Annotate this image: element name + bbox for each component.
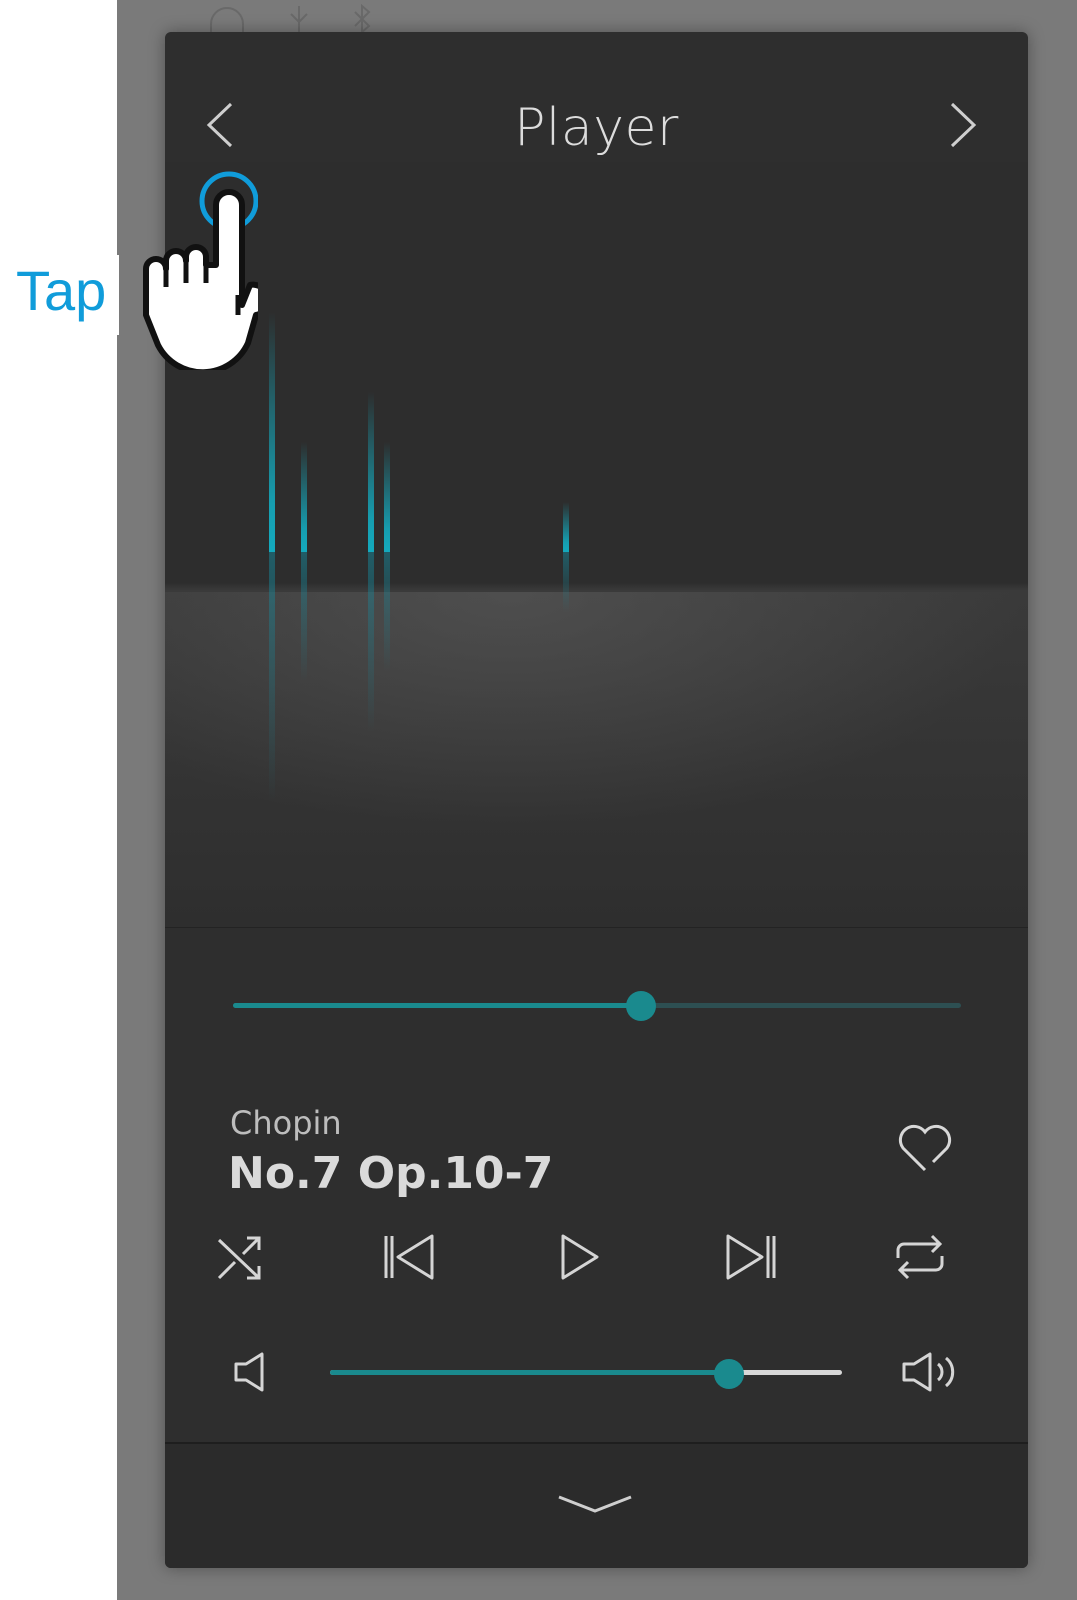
favorite-button[interactable] xyxy=(893,1118,957,1178)
shuffle-button[interactable] xyxy=(205,1222,275,1292)
bottom-bar xyxy=(165,1442,1028,1568)
playback-progress-slider[interactable] xyxy=(233,990,961,1021)
volume-row xyxy=(205,1342,985,1402)
status-bar xyxy=(207,4,375,34)
shuffle-icon xyxy=(217,1236,261,1280)
repeat-icon xyxy=(896,1234,944,1280)
piano-visualizer xyxy=(165,162,1028,928)
collapse-player-button[interactable] xyxy=(545,1480,645,1530)
page-title: Player xyxy=(514,98,679,158)
progress-thumb[interactable] xyxy=(625,991,656,1021)
volume-high-button[interactable] xyxy=(895,1342,965,1402)
tap-hand-icon xyxy=(138,165,272,376)
usb-icon xyxy=(290,6,308,34)
next-track-button[interactable] xyxy=(715,1222,785,1292)
volume-thumb[interactable] xyxy=(714,1359,745,1389)
song-title: No.7 Op.10-7 xyxy=(228,1148,554,1199)
chevron-right-icon xyxy=(950,102,977,148)
previous-track-icon xyxy=(384,1234,434,1280)
next-screen-button[interactable] xyxy=(938,90,988,160)
progress-fill xyxy=(233,1003,641,1008)
volume-low-button[interactable] xyxy=(215,1342,285,1402)
visualizer-note xyxy=(269,312,275,552)
volume-slider[interactable] xyxy=(330,1356,842,1390)
playback-controls xyxy=(205,1222,985,1292)
player-panel: Player Chopin No.7 Op.10-7 xyxy=(165,32,1028,1568)
heart-icon xyxy=(898,1124,952,1172)
player-header: Player xyxy=(165,32,1028,162)
visualizer-note-reflection xyxy=(301,552,307,682)
volume-low-icon xyxy=(234,1352,264,1392)
bluetooth-icon xyxy=(354,4,371,34)
volume-high-icon xyxy=(902,1352,955,1392)
visualizer-note-reflection xyxy=(269,552,275,802)
tap-annotation-label: Tap xyxy=(16,259,107,322)
visualizer-note-reflection xyxy=(368,552,374,732)
visualizer-note xyxy=(563,502,569,552)
previous-track-button[interactable] xyxy=(375,1222,445,1292)
play-button[interactable] xyxy=(545,1222,615,1292)
visualizer-note xyxy=(368,392,374,552)
visualizer-note-reflection xyxy=(384,552,390,672)
next-track-icon xyxy=(726,1234,776,1280)
headphones-icon xyxy=(210,7,244,34)
artist-name: Chopin xyxy=(230,1104,342,1142)
repeat-button[interactable] xyxy=(885,1222,955,1292)
volume-fill xyxy=(330,1370,730,1375)
visualizer-note-reflection xyxy=(563,552,569,612)
visualizer-floor xyxy=(165,592,1028,832)
visualizer-note xyxy=(301,442,307,552)
play-icon xyxy=(561,1234,599,1280)
annotation-divider xyxy=(117,255,119,335)
chevron-down-icon xyxy=(558,1495,632,1513)
visualizer-note xyxy=(384,442,390,552)
